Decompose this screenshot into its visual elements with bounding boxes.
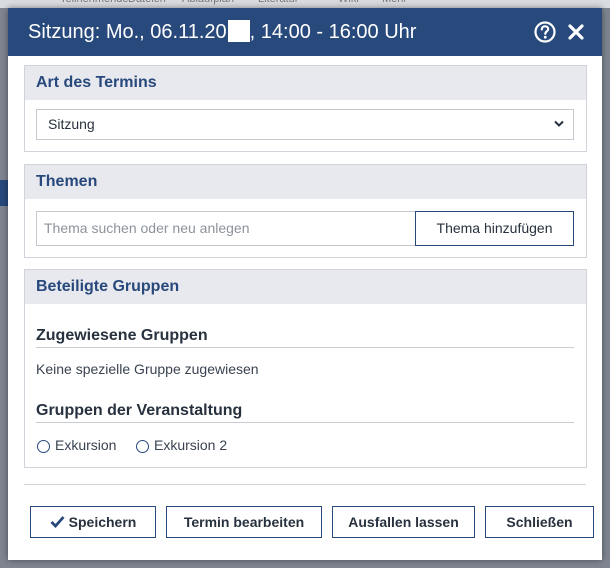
panel-heading-gruppen: Beteiligte Gruppen — [25, 270, 586, 304]
session-dialog: Sitzung: Mo., 06.11.20 , 14:00 - 16:00 Uh… — [8, 8, 602, 560]
event-type-select[interactable]: Sitzung — [36, 109, 574, 140]
radio-circle-icon — [37, 440, 50, 453]
dialog-title-suffix: , 14:00 - 16:00 Uhr — [249, 21, 417, 43]
dialog-title-prefix: Sitzung: Mo., 06.11.20 — [28, 21, 227, 43]
footer-divider — [24, 484, 586, 485]
background-nav: TeilnehmendeDateien Ablaufplan Literatur Wi… — [0, 0, 610, 8]
save-button-label: Speichern — [68, 514, 137, 530]
close-button[interactable]: Schließen — [485, 506, 594, 538]
group-option-label: Exkursion — [55, 437, 117, 453]
question-circle-icon[interactable] — [534, 21, 556, 43]
assigned-groups-heading: Zugewiesene Gruppen — [36, 327, 574, 348]
group-option-exkursion[interactable]: Exkursion — [37, 437, 116, 453]
edit-event-button[interactable]: Termin bearbeiten — [166, 506, 322, 538]
panel-beteiligte-gruppen: Beteiligte Gruppen Zugewiesene Gruppen K… — [24, 269, 587, 468]
dialog-titlebar: Sitzung: Mo., 06.11.20 , 14:00 - 16:00 Uh… — [8, 8, 602, 56]
background-nav-item: Teilnehmende — [60, 0, 129, 5]
save-button[interactable]: Speichern — [30, 506, 156, 538]
panel-heading-themen: Themen — [25, 165, 586, 199]
check-icon — [50, 516, 65, 528]
background-nav-item: Mehr — [382, 0, 407, 5]
add-topic-button[interactable]: Thema hinzufügen — [415, 211, 574, 246]
close-icon[interactable] — [567, 23, 585, 41]
group-option-exkursion-2[interactable]: Exkursion 2 — [136, 437, 227, 453]
course-groups-heading: Gruppen der Veranstaltung — [36, 402, 574, 423]
group-option-label: Exkursion 2 — [154, 437, 228, 453]
panel-heading-art: Art des Termins — [25, 66, 586, 100]
background-nav-item: Dateien — [128, 0, 166, 5]
dialog-title: Sitzung: Mo., 06.11.20 , 14:00 - 16:00 Uh… — [28, 20, 416, 44]
background-nav-item: Wiki — [338, 0, 359, 5]
panel-art-des-termins: Art des Termins Sitzung — [24, 65, 587, 152]
background-nav-item: Ablaufplan — [182, 0, 234, 5]
event-type-selected-value: Sitzung — [48, 116, 95, 132]
radio-circle-icon — [136, 440, 149, 453]
assigned-groups-empty-text: Keine spezielle Gruppe zugewiesen — [36, 361, 259, 377]
background-nav-item: Literatur — [258, 0, 298, 5]
chevron-down-icon — [554, 120, 564, 127]
topic-search-input[interactable]: Thema suchen oder neu anlegen — [36, 211, 416, 246]
cancel-event-button[interactable]: Ausfallen lassen — [332, 506, 475, 538]
redacted-year-block — [227, 20, 250, 42]
panel-themen: Themen Thema suchen oder neu anlegen The… — [24, 164, 587, 258]
